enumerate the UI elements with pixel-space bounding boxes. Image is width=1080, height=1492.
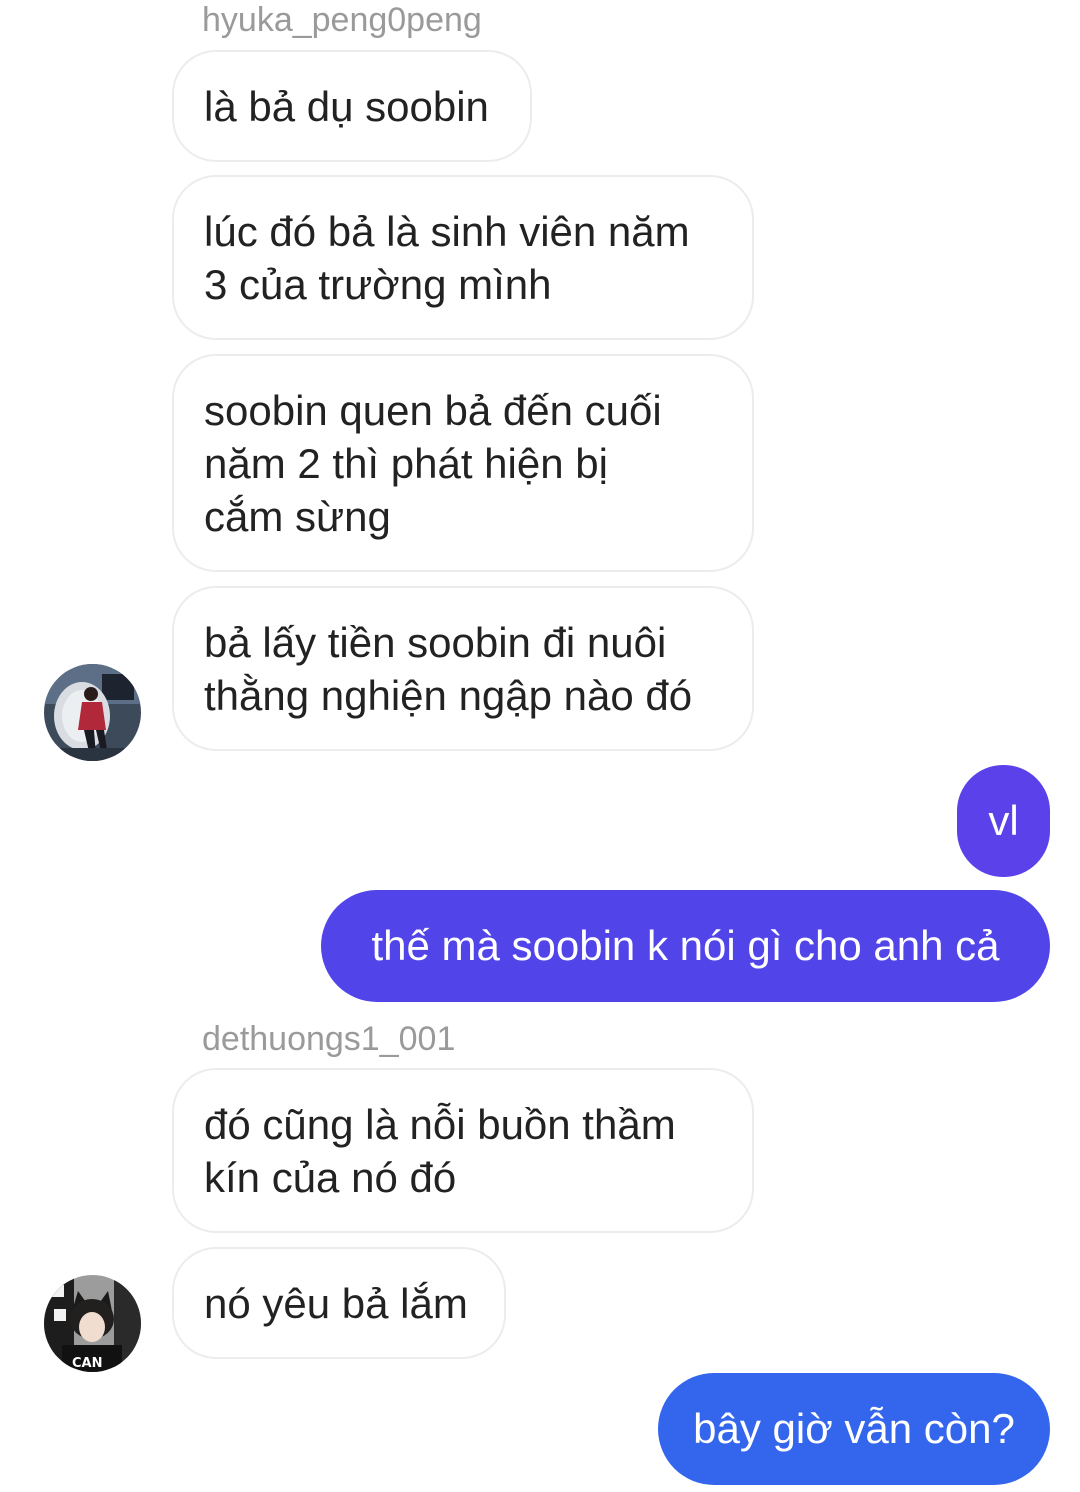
message-text-line: thằng nghiện ngập nào đó	[204, 672, 693, 719]
message-text-line: 3 của trường mình	[204, 261, 552, 308]
outgoing-message-bubble[interactable]: vl	[957, 765, 1050, 877]
message-text-line: nó yêu bả lắm	[204, 1280, 468, 1327]
profile-photo-person-red-jacket-icon	[44, 664, 141, 761]
outgoing-message-bubble[interactable]: bây giờ vẫn còn?	[658, 1373, 1050, 1485]
message-text-line: cắm sừng	[204, 493, 391, 540]
incoming-message-bubble[interactable]: bả lấy tiền soobin đi nuôi thằng nghiện …	[172, 586, 754, 751]
message-text: vl	[988, 797, 1019, 844]
incoming-message-bubble[interactable]: đó cũng là nỗi buồn thầm kín của nó đó	[172, 1068, 754, 1233]
message-text-line: năm 2 thì phát hiện bị	[204, 440, 608, 487]
sender-name: dethuongs1_001	[202, 1020, 456, 1058]
incoming-message-bubble[interactable]: là bả dụ soobin	[172, 50, 532, 162]
message-text: bây giờ vẫn còn?	[693, 1405, 1015, 1452]
outgoing-message-bubble[interactable]: thế mà soobin k nói gì cho anh cả	[321, 890, 1050, 1002]
incoming-message-bubble[interactable]: nó yêu bả lắm	[172, 1247, 506, 1359]
message-text-line: đó cũng là nỗi buồn thầm	[204, 1101, 676, 1148]
message-text-line: soobin quen bả đến cuối	[204, 387, 662, 434]
profile-photo-girl-cat-ears-icon: CAN	[44, 1275, 141, 1372]
sender-avatar-2[interactable]: CAN	[44, 1275, 141, 1372]
message-text-line: là bả dụ soobin	[204, 83, 489, 130]
message-text: thế mà soobin k nói gì cho anh cả	[371, 922, 1000, 969]
sender-name: hyuka_peng0peng	[202, 1, 482, 39]
message-text-line: bả lấy tiền soobin đi nuôi	[204, 619, 667, 666]
incoming-message-bubble[interactable]: lúc đó bả là sinh viên năm 3 của trường …	[172, 175, 754, 340]
message-text-line: lúc đó bả là sinh viên năm	[204, 208, 690, 255]
message-text-line: kín của nó đó	[204, 1154, 457, 1201]
svg-text:CAN: CAN	[72, 1356, 102, 1371]
incoming-message-bubble[interactable]: soobin quen bả đến cuối năm 2 thì phát h…	[172, 354, 754, 572]
sender-avatar-1[interactable]	[44, 664, 141, 761]
